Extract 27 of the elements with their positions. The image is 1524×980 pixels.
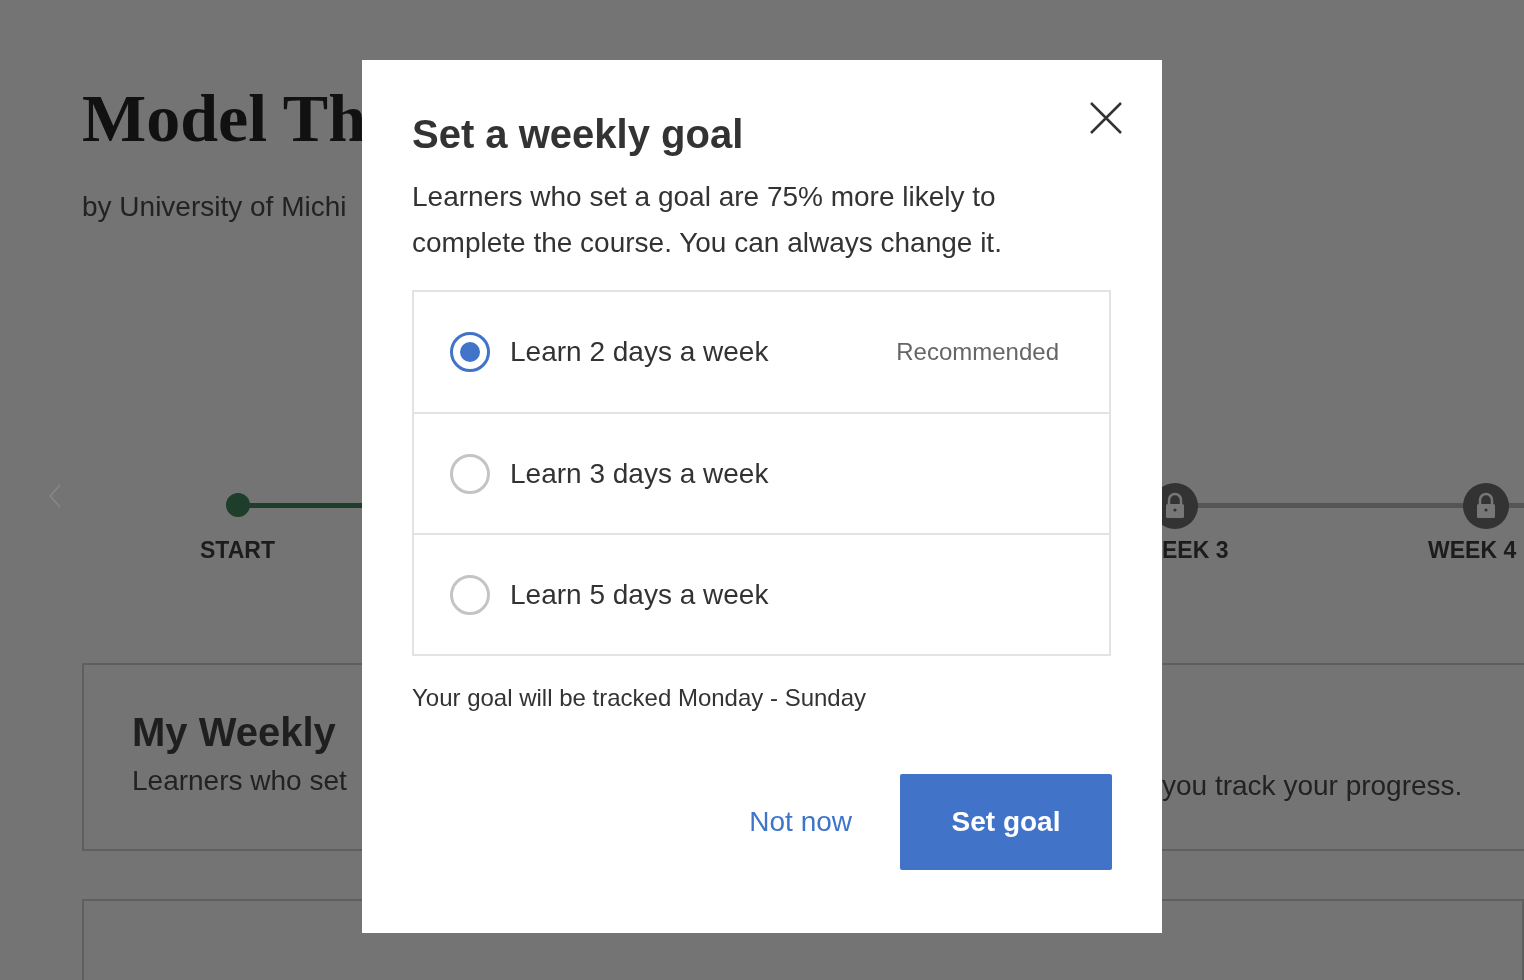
- timeline-label: EEK 3: [1162, 537, 1229, 564]
- option-label: Learn 5 days a week: [510, 578, 769, 611]
- set-goal-button[interactable]: Set goal: [900, 774, 1112, 870]
- goal-option[interactable]: Learn 3 days a week: [414, 412, 1109, 533]
- close-icon: [1090, 102, 1122, 134]
- goal-option[interactable]: Learn 5 days a week: [414, 533, 1109, 654]
- timeline-label: START: [200, 537, 275, 564]
- course-provider: by University of Michi: [82, 191, 348, 223]
- close-button[interactable]: [1090, 102, 1122, 134]
- recommended-label: Recommended: [896, 338, 1059, 366]
- course-title: Model Th: [82, 80, 362, 156]
- option-label: Learn 2 days a week: [510, 336, 769, 368]
- progress-dot: [226, 493, 250, 517]
- card-text: Learners who set: [132, 765, 348, 797]
- card-title: My Weekly: [132, 709, 337, 755]
- radio-button[interactable]: [450, 453, 490, 494]
- not-now-button[interactable]: Not now: [749, 798, 852, 846]
- dialog-description: Learners who set a goal are 75% more likely to complete the course. You can always change it.: [412, 180, 1003, 260]
- radio-button[interactable]: [450, 332, 490, 372]
- radio-button[interactable]: [450, 574, 490, 615]
- schedule-note: Your goal will be tracked Monday - Sunday: [412, 684, 868, 712]
- goal-option[interactable]: Learn 2 days a week Recommended: [414, 292, 1109, 412]
- lock-icon: [1463, 483, 1509, 529]
- option-label: Learn 3 days a week: [510, 457, 769, 490]
- dialog-title: Set a weekly goal: [412, 111, 744, 158]
- card-text: you track your progress.: [1162, 770, 1464, 802]
- timeline-label: WEEK 4: [1428, 537, 1517, 564]
